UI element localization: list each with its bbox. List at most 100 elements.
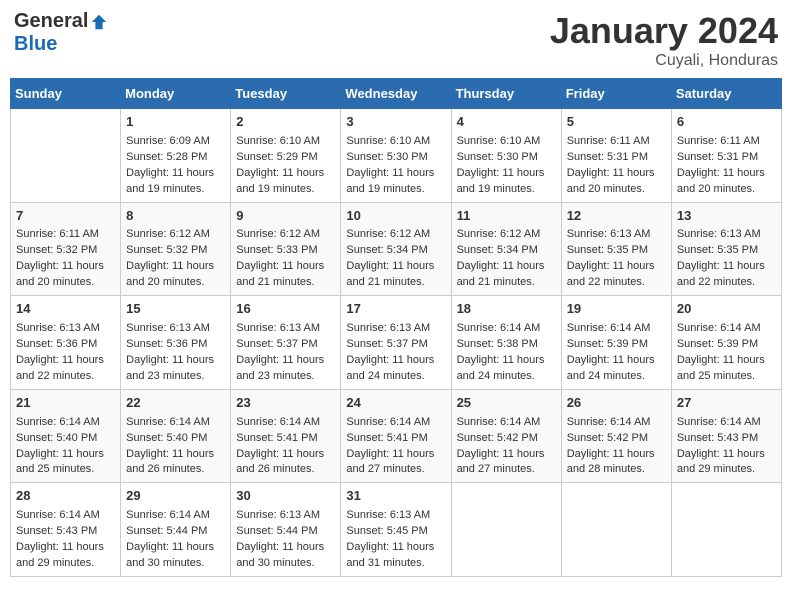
- cell-content: Sunrise: 6:14 AMSunset: 5:41 PMDaylight:…: [346, 415, 445, 479]
- day-number: 12: [567, 207, 666, 226]
- day-number: 13: [677, 207, 776, 226]
- calendar-week-row: 7Sunrise: 6:11 AMSunset: 5:32 PMDaylight…: [11, 202, 782, 296]
- cell-content: Sunrise: 6:11 AMSunset: 5:32 PMDaylight:…: [16, 227, 115, 291]
- day-number: 8: [126, 207, 225, 226]
- calendar-cell: 17 Sunrise: 6:13 AMSunset: 5:37 PMDayligh…: [341, 296, 451, 390]
- day-number: 27: [677, 394, 776, 413]
- logo-general-text: General: [14, 10, 88, 33]
- day-number: 11: [457, 207, 556, 226]
- calendar-cell: 26 Sunrise: 6:14 AMSunset: 5:42 PMDayligh…: [561, 389, 671, 483]
- calendar-cell: 18 Sunrise: 6:14 AMSunset: 5:38 PMDayligh…: [451, 296, 561, 390]
- day-number: 16: [236, 300, 335, 319]
- day-number: 28: [16, 487, 115, 506]
- calendar-cell: 10Sunrise: 6:12 AMSunset: 5:34 PMDayligh…: [341, 202, 451, 296]
- cell-content: Sunrise: 6:12 AMSunset: 5:34 PMDaylight:…: [346, 227, 445, 291]
- calendar-cell: 19Sunrise: 6:14 AMSunset: 5:39 PMDayligh…: [561, 296, 671, 390]
- weekday-header: Saturday: [671, 79, 781, 109]
- day-number: 30: [236, 487, 335, 506]
- day-number: 26: [567, 394, 666, 413]
- calendar-cell: 23Sunrise: 6:14 AMSunset: 5:41 PMDayligh…: [231, 389, 341, 483]
- cell-content: Sunrise: 6:14 AMSunset: 5:41 PMDaylight:…: [236, 415, 335, 479]
- calendar-cell: 31 Sunrise: 6:13 AMSunset: 5:45 PMDayligh…: [341, 483, 451, 577]
- day-number: 17: [346, 300, 445, 319]
- calendar-cell: 27 Sunrise: 6:14 AMSunset: 5:43 PMDayligh…: [671, 389, 781, 483]
- month-title: January 2024: [550, 10, 778, 52]
- calendar-table: SundayMondayTuesdayWednesdayThursdayFrid…: [10, 78, 782, 577]
- calendar-cell: 16 Sunrise: 6:13 AMSunset: 5:37 PMDayligh…: [231, 296, 341, 390]
- calendar-cell: 25 Sunrise: 6:14 AMSunset: 5:42 PMDayligh…: [451, 389, 561, 483]
- calendar-cell: 29Sunrise: 6:14 AMSunset: 5:44 PMDayligh…: [121, 483, 231, 577]
- calendar-week-row: 1Sunrise: 6:09 AMSunset: 5:28 PMDaylight…: [11, 109, 782, 203]
- weekday-header: Sunday: [11, 79, 121, 109]
- cell-content: Sunrise: 6:13 AMSunset: 5:35 PMDaylight:…: [567, 227, 666, 291]
- day-number: 20: [677, 300, 776, 319]
- day-number: 2: [236, 113, 335, 132]
- cell-content: Sunrise: 6:14 AMSunset: 5:43 PMDaylight:…: [16, 508, 115, 572]
- cell-content: Sunrise: 6:14 AMSunset: 5:40 PMDaylight:…: [16, 415, 115, 479]
- calendar-cell: 28 Sunrise: 6:14 AMSunset: 5:43 PMDayligh…: [11, 483, 121, 577]
- day-number: 21: [16, 394, 115, 413]
- cell-content: Sunrise: 6:14 AMSunset: 5:43 PMDaylight:…: [677, 415, 776, 479]
- calendar-cell: 5Sunrise: 6:11 AMSunset: 5:31 PMDaylight…: [561, 109, 671, 203]
- day-number: 4: [457, 113, 556, 132]
- day-number: 19: [567, 300, 666, 319]
- calendar-cell: 2 Sunrise: 6:10 AMSunset: 5:29 PMDaylight…: [231, 109, 341, 203]
- cell-content: Sunrise: 6:13 AMSunset: 5:37 PMDaylight:…: [346, 321, 445, 385]
- cell-content: Sunrise: 6:13 AMSunset: 5:44 PMDaylight:…: [236, 508, 335, 572]
- day-number: 3: [346, 113, 445, 132]
- calendar-cell: 13Sunrise: 6:13 AMSunset: 5:35 PMDayligh…: [671, 202, 781, 296]
- weekday-header: Friday: [561, 79, 671, 109]
- day-number: 22: [126, 394, 225, 413]
- day-number: 31: [346, 487, 445, 506]
- calendar-cell: 6 Sunrise: 6:11 AMSunset: 5:31 PMDaylight…: [671, 109, 781, 203]
- location: Cuyali, Honduras: [550, 52, 778, 70]
- weekday-header: Thursday: [451, 79, 561, 109]
- calendar-cell: 3Sunrise: 6:10 AMSunset: 5:30 PMDaylight…: [341, 109, 451, 203]
- cell-content: Sunrise: 6:10 AMSunset: 5:30 PMDaylight:…: [457, 134, 556, 198]
- calendar-cell: [451, 483, 561, 577]
- calendar-cell: 7Sunrise: 6:11 AMSunset: 5:32 PMDaylight…: [11, 202, 121, 296]
- day-number: 14: [16, 300, 115, 319]
- calendar-cell: 30 Sunrise: 6:13 AMSunset: 5:44 PMDayligh…: [231, 483, 341, 577]
- day-number: 5: [567, 113, 666, 132]
- calendar-cell: 24 Sunrise: 6:14 AMSunset: 5:41 PMDayligh…: [341, 389, 451, 483]
- day-number: 24: [346, 394, 445, 413]
- calendar-cell: 21 Sunrise: 6:14 AMSunset: 5:40 PMDayligh…: [11, 389, 121, 483]
- weekday-header: Wednesday: [341, 79, 451, 109]
- logo-icon: [90, 13, 108, 31]
- calendar-cell: 4 Sunrise: 6:10 AMSunset: 5:30 PMDaylight…: [451, 109, 561, 203]
- calendar-cell: [11, 109, 121, 203]
- cell-content: Sunrise: 6:13 AMSunset: 5:36 PMDaylight:…: [126, 321, 225, 385]
- cell-content: Sunrise: 6:12 AMSunset: 5:32 PMDaylight:…: [126, 227, 225, 291]
- day-number: 25: [457, 394, 556, 413]
- calendar-cell: 1Sunrise: 6:09 AMSunset: 5:28 PMDaylight…: [121, 109, 231, 203]
- day-number: 15: [126, 300, 225, 319]
- weekday-header-row: SundayMondayTuesdayWednesdayThursdayFrid…: [11, 79, 782, 109]
- calendar-cell: 9Sunrise: 6:12 AMSunset: 5:33 PMDaylight…: [231, 202, 341, 296]
- cell-content: Sunrise: 6:14 AMSunset: 5:40 PMDaylight:…: [126, 415, 225, 479]
- cell-content: Sunrise: 6:14 AMSunset: 5:44 PMDaylight:…: [126, 508, 225, 572]
- calendar-cell: 8Sunrise: 6:12 AMSunset: 5:32 PMDaylight…: [121, 202, 231, 296]
- day-number: 18: [457, 300, 556, 319]
- weekday-header: Tuesday: [231, 79, 341, 109]
- day-number: 6: [677, 113, 776, 132]
- cell-content: Sunrise: 6:14 AMSunset: 5:39 PMDaylight:…: [677, 321, 776, 385]
- calendar-week-row: 14 Sunrise: 6:13 AMSunset: 5:36 PMDayligh…: [11, 296, 782, 390]
- cell-content: Sunrise: 6:10 AMSunset: 5:29 PMDaylight:…: [236, 134, 335, 198]
- calendar-cell: 11Sunrise: 6:12 AMSunset: 5:34 PMDayligh…: [451, 202, 561, 296]
- cell-content: Sunrise: 6:09 AMSunset: 5:28 PMDaylight:…: [126, 134, 225, 198]
- cell-content: Sunrise: 6:14 AMSunset: 5:42 PMDaylight:…: [457, 415, 556, 479]
- cell-content: Sunrise: 6:11 AMSunset: 5:31 PMDaylight:…: [677, 134, 776, 198]
- calendar-cell: [561, 483, 671, 577]
- cell-content: Sunrise: 6:14 AMSunset: 5:42 PMDaylight:…: [567, 415, 666, 479]
- calendar-week-row: 21 Sunrise: 6:14 AMSunset: 5:40 PMDayligh…: [11, 389, 782, 483]
- cell-content: Sunrise: 6:14 AMSunset: 5:38 PMDaylight:…: [457, 321, 556, 385]
- cell-content: Sunrise: 6:13 AMSunset: 5:37 PMDaylight:…: [236, 321, 335, 385]
- day-number: 9: [236, 207, 335, 226]
- day-number: 7: [16, 207, 115, 226]
- cell-content: Sunrise: 6:13 AMSunset: 5:45 PMDaylight:…: [346, 508, 445, 572]
- calendar-cell: 22 Sunrise: 6:14 AMSunset: 5:40 PMDayligh…: [121, 389, 231, 483]
- calendar-cell: 15 Sunrise: 6:13 AMSunset: 5:36 PMDayligh…: [121, 296, 231, 390]
- calendar-cell: [671, 483, 781, 577]
- weekday-header: Monday: [121, 79, 231, 109]
